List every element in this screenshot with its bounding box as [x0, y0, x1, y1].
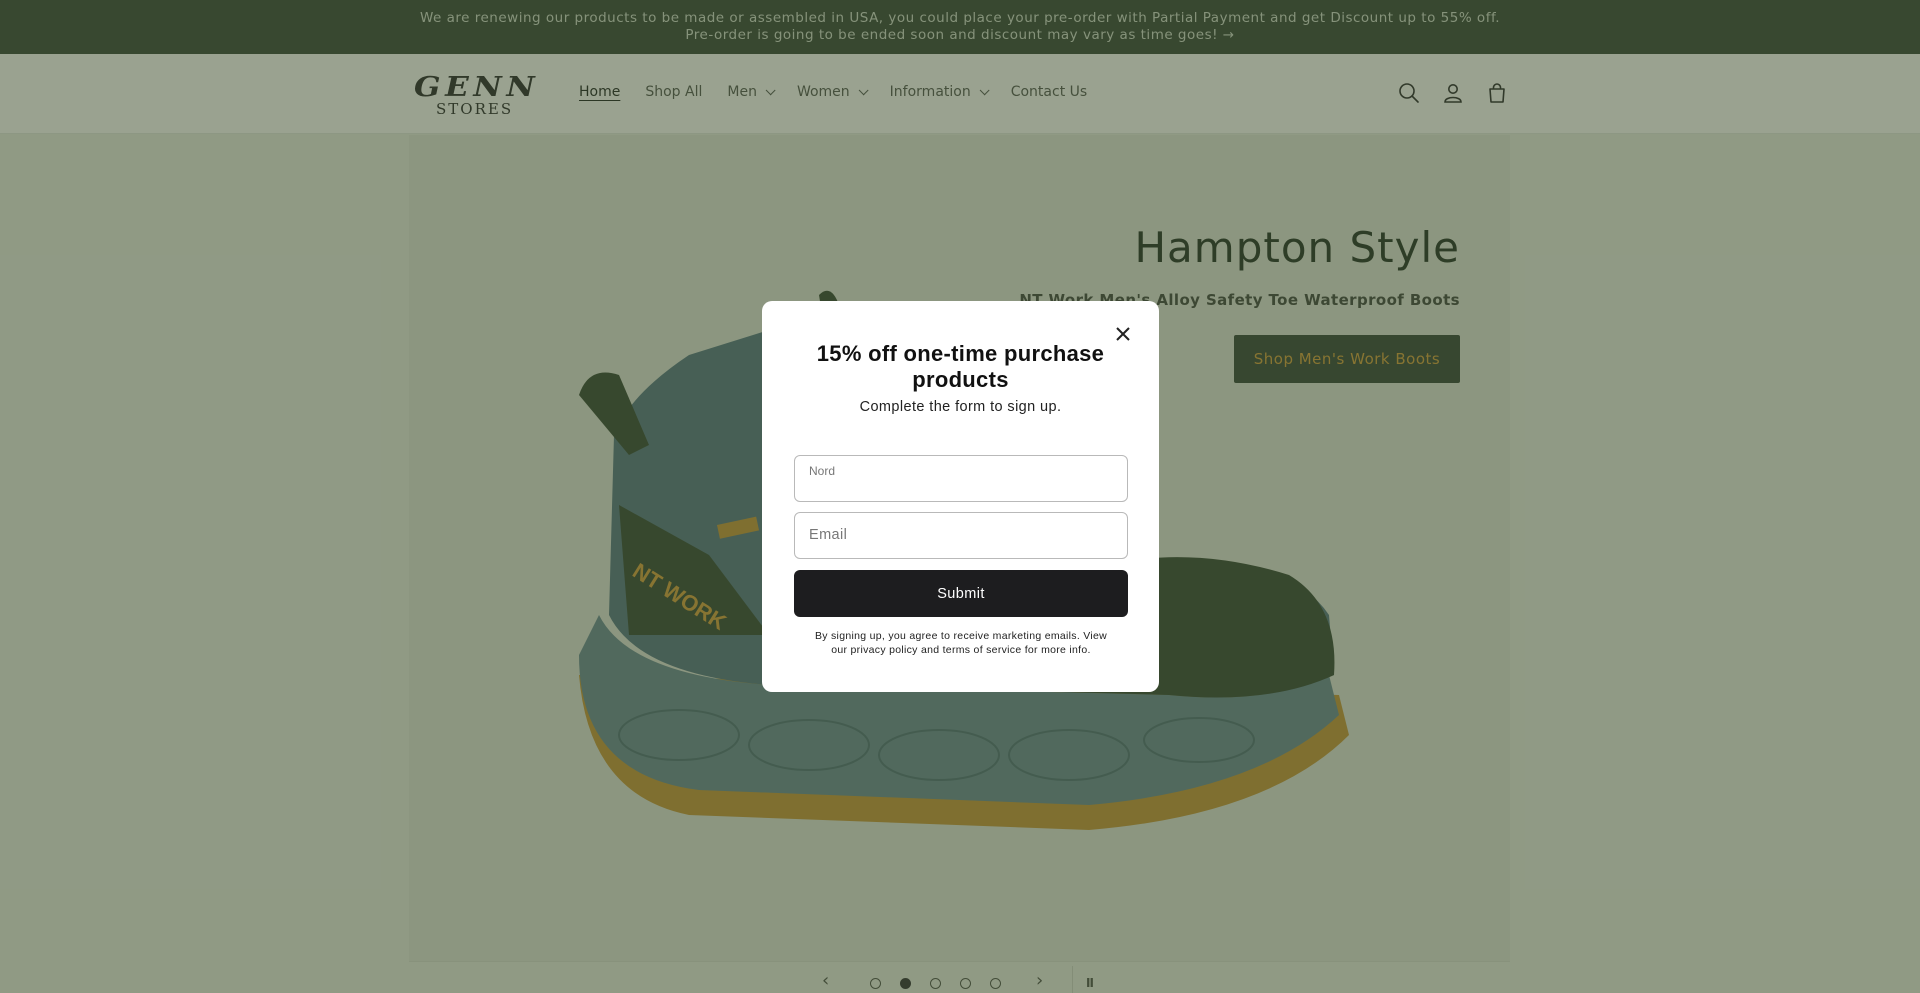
- name-field[interactable]: Nord: [794, 455, 1128, 502]
- modal-title: 15% off one-time purchase products: [816, 341, 1105, 392]
- submit-button[interactable]: Submit: [794, 570, 1128, 617]
- signup-modal: 15% off one-time purchase products Compl…: [762, 301, 1159, 692]
- modal-subtitle: Complete the form to sign up.: [859, 399, 1062, 415]
- email-field[interactable]: Email: [794, 512, 1128, 559]
- privacy-fine-print: By signing up, you agree to receive mark…: [814, 630, 1108, 656]
- email-placeholder: Email: [809, 527, 848, 543]
- name-field-label: Nord: [809, 464, 836, 478]
